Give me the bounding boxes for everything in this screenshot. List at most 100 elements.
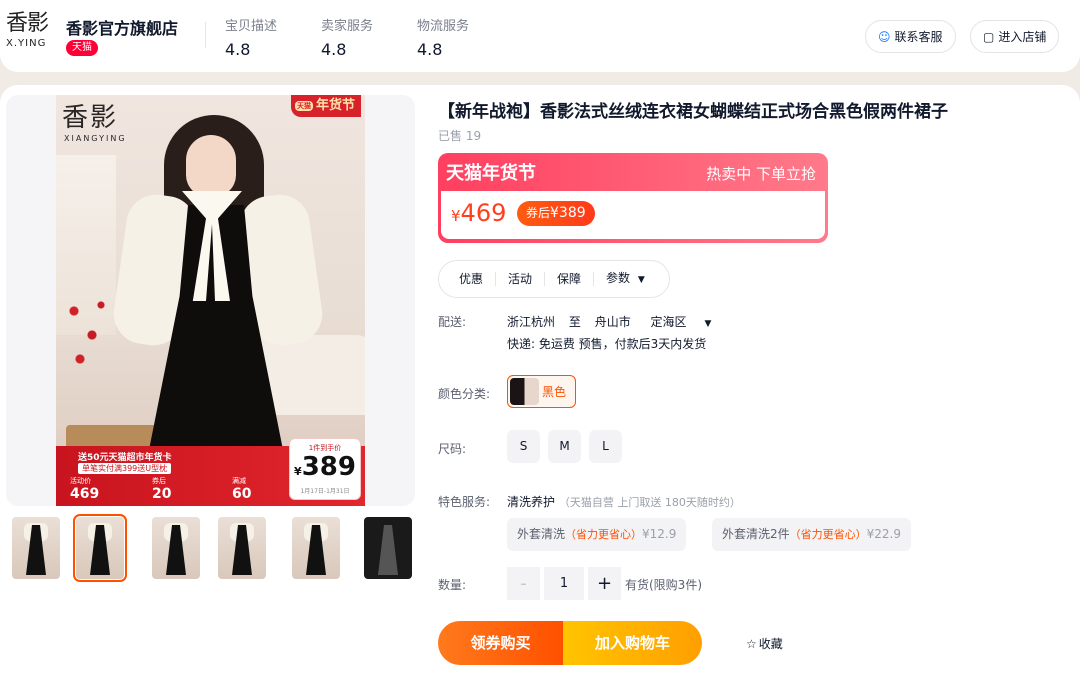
coupon-price: ¥389 [550, 205, 586, 221]
stock-status: 有货(限购3件) [625, 578, 702, 592]
quantity-input[interactable]: 1 [542, 567, 586, 600]
info-tabs: 优惠 活动 保障 参数 ▼ [438, 260, 670, 298]
shop-logo-zh: 香影 [6, 11, 49, 36]
quantity-minus-button[interactable]: - [507, 567, 540, 600]
thumbnail-strip [6, 514, 415, 582]
product-main: 香影 XIANGYING 天猫 年货节 送50元天猫超市年货卡 单笔实付满399… [0, 85, 1080, 676]
color-label: 颜色分类: [438, 387, 491, 401]
service-main-label: 清洗养护 [507, 495, 556, 509]
thumbnail-5[interactable] [292, 517, 340, 579]
promo-stat-label: 满减 [232, 477, 246, 485]
size-option-l[interactable]: L [589, 430, 622, 463]
product-title: 【新年战袍】香影法式丝绒连衣裙女蝴蝶结正式场合黑色假两件裙子 [438, 102, 948, 122]
shop-name[interactable]: 香影官方旗舰店 [66, 15, 178, 39]
color-option-black[interactable]: 黑色 [507, 375, 576, 408]
promo-stat-value: 20 [152, 486, 172, 502]
quantity-plus-button[interactable]: + [588, 567, 621, 600]
badge-mini-label: 天猫 [294, 101, 313, 111]
tmall-badge: 天猫 [66, 40, 98, 56]
service-label: 特色服务: [438, 495, 491, 509]
service-option-price: ¥22.9 [866, 527, 901, 541]
image-price-card: 1件到手价 ¥389 1月17日-1月31日 [289, 438, 361, 500]
chevron-down-icon: ▼ [637, 275, 645, 285]
ship-district-label: 定海区 [650, 315, 687, 329]
promo-stat-value: 60 [232, 486, 252, 502]
shop-logo[interactable]: 香影 X.YING [6, 12, 58, 58]
promo-stat: 活动价 469 [70, 476, 99, 502]
price-card-value: 389 [301, 452, 356, 482]
shop-logo-en: X.YING [6, 38, 47, 49]
score-value: 4.8 [321, 40, 347, 59]
thumbnail-3[interactable] [152, 517, 200, 579]
ship-from: 浙江杭州 [507, 315, 556, 329]
tab-parameters-label: 参数 [606, 271, 631, 285]
color-option-label: 黑色 [542, 385, 567, 399]
service-option-name: 外套清洗 [517, 527, 566, 541]
tab-activities[interactable]: 活动 [496, 272, 546, 286]
size-option-m[interactable]: M [548, 430, 581, 463]
price-card-currency: ¥ [294, 465, 302, 478]
current-price: ¥469 [451, 199, 506, 227]
tab-parameters[interactable]: 参数 ▼ [594, 271, 657, 287]
coupon-price-badge[interactable]: 券后¥389 [517, 201, 595, 226]
price-panel: 天猫年货节 热卖中 下单立抢 ¥469 券后¥389 [438, 153, 828, 243]
favorite-button[interactable]: ☆ 收藏 [746, 635, 783, 652]
service-cleaning: 清洗养护 （天猫自营 上门取送 180天随时约） [507, 493, 741, 510]
score-value: 4.8 [225, 40, 251, 59]
contact-service-label: 联系客服 [894, 30, 943, 44]
price-card-number: ¥389 [290, 453, 360, 486]
shop-header: 香影 X.YING 香影官方旗舰店 天猫 宝贝描述 4.8 卖家服务 4.8 物… [0, 0, 1080, 72]
service-option-coat-cleaning[interactable]: 外套清洗（省力更省心）¥12.9 [507, 518, 687, 551]
enter-shop-label: 进入店铺 [998, 30, 1047, 44]
thumbnail-2[interactable] [73, 514, 127, 582]
ship-to-word: 至 [568, 315, 581, 329]
shipping-label: 配送: [438, 315, 467, 329]
promo-stat: 券后 20 [152, 476, 171, 502]
add-to-cart-button[interactable]: 加入购物车 [563, 621, 702, 665]
favorite-label: 收藏 [758, 637, 783, 651]
thumbnail-1[interactable] [12, 517, 60, 579]
chat-icon: ☺ [878, 29, 891, 44]
photo-red-berries [56, 275, 116, 395]
service-option-tag: （省力更省心） [565, 528, 643, 541]
service-option-price: ¥12.9 [642, 527, 677, 541]
service-option-name: 外套清洗2件 [722, 527, 790, 541]
main-product-image[interactable]: 香影 XIANGYING 天猫 年货节 送50元天猫超市年货卡 单笔实付满399… [56, 95, 365, 506]
price-card-date: 1月17日-1月31日 [300, 488, 350, 495]
buy-with-coupon-button[interactable]: 领券购买 [438, 621, 563, 665]
thumb-figure [378, 525, 398, 575]
tab-discounts[interactable]: 优惠 [447, 272, 497, 286]
size-option-s[interactable]: S [507, 430, 540, 463]
ship-city[interactable]: 舟山市 [595, 315, 631, 329]
badge-label: 年货节 [315, 98, 355, 113]
score-label: 宝贝描述 [225, 19, 278, 34]
festival-slogan: 热卖中 下单立抢 [706, 165, 816, 183]
chevron-down-icon: ▼ [704, 319, 712, 329]
service-option-coat-cleaning-2[interactable]: 外套清洗2件（省力更省心）¥22.9 [712, 518, 911, 551]
promo-pillow-text: 单笔实付满399送U型枕 [78, 463, 172, 474]
tab-guarantee[interactable]: 保障 [545, 272, 595, 286]
service-note: （天猫自营 上门取送 180天随时约） [558, 496, 741, 509]
image-logo-en: XIANGYING [64, 134, 127, 143]
ship-district[interactable]: 定海区 ▼ [651, 315, 722, 329]
contact-service-button[interactable]: ☺ 联系客服 [865, 20, 956, 53]
new-year-festival-badge: 天猫 年货节 [290, 95, 361, 117]
festival-title: 天猫年货节 [446, 163, 536, 184]
shipping-detail: 快递: 免运费 预售，付款后3天内发货 [507, 337, 707, 351]
color-swatch [510, 378, 539, 405]
shipping-route: 浙江杭州 至 舟山市 定海区 ▼ [507, 313, 731, 330]
price-currency: ¥ [451, 207, 461, 225]
score-logistics: 物流服务 4.8 [417, 15, 469, 59]
score-seller-service: 卖家服务 4.8 [321, 15, 373, 59]
photo-face [186, 135, 236, 197]
thumbnail-6[interactable] [364, 517, 412, 579]
promo-stat-value: 469 [70, 486, 100, 502]
store-icon: ▢ [983, 29, 995, 44]
image-logo-zh: 香影 [62, 103, 119, 133]
promo-gift-text: 送50元天猫超市年货卡 [78, 453, 172, 463]
enter-shop-button[interactable]: ▢ 进入店铺 [970, 20, 1060, 53]
sold-count: 已售 19 [438, 129, 482, 143]
promo-stat-label: 活动价 [70, 477, 91, 485]
thumbnail-4[interactable] [218, 517, 266, 579]
header-divider [205, 22, 206, 48]
